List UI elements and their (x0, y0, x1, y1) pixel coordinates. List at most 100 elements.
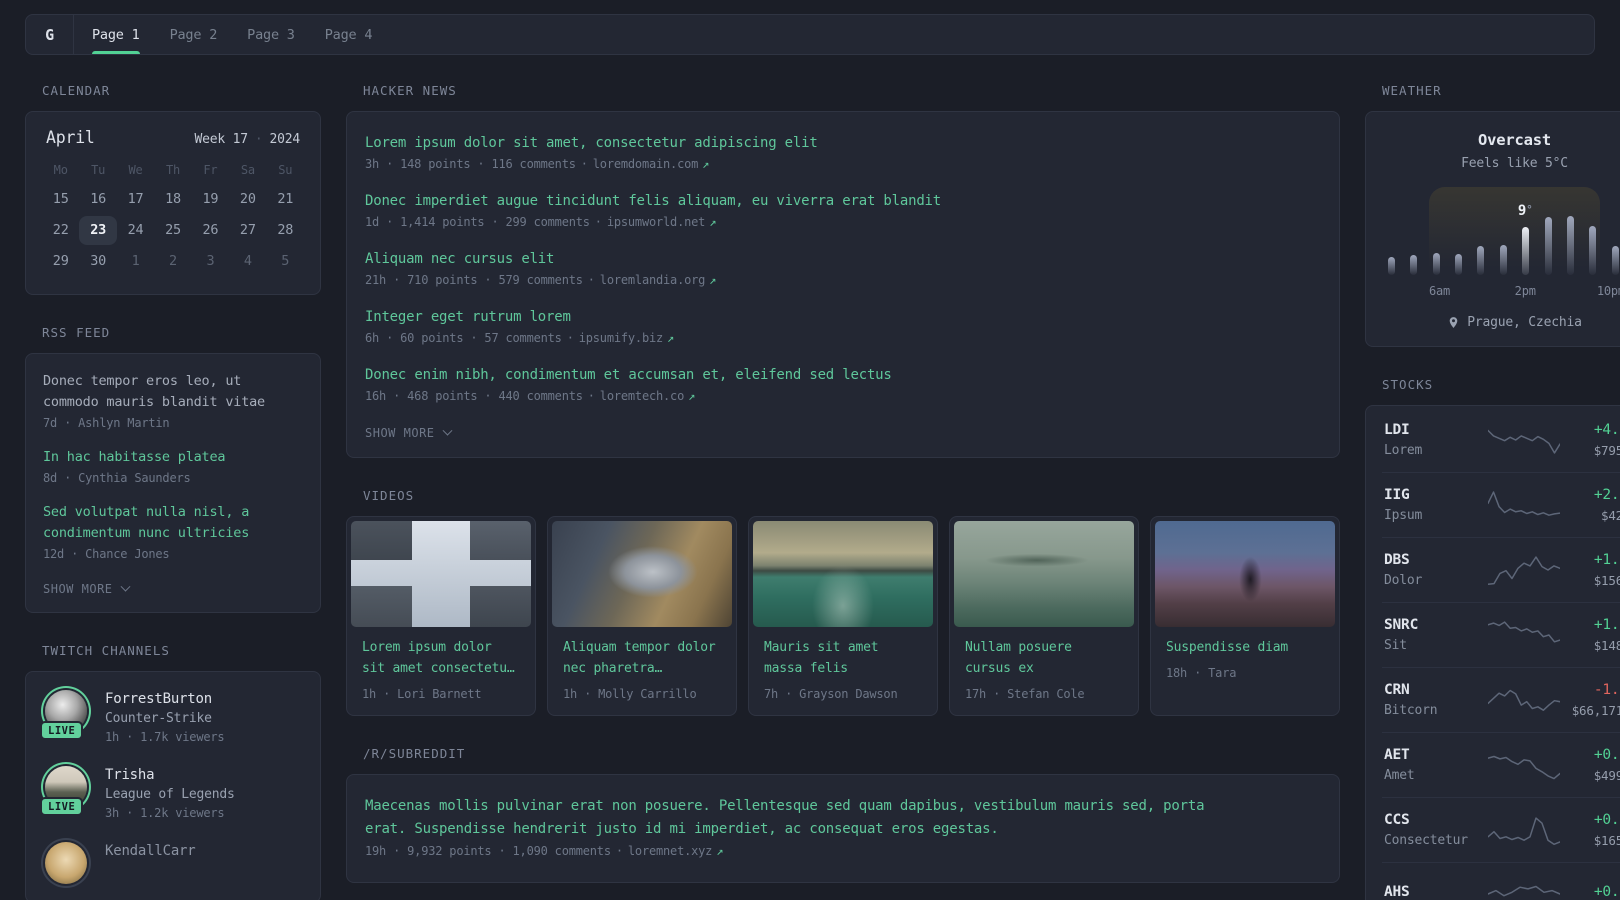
stock-price: $499.72 (1593, 768, 1620, 783)
stock-values: +0.51% $165.84 (1594, 812, 1620, 848)
stock-row[interactable]: AHS +0.46% (1382, 862, 1620, 900)
stock-row[interactable]: AET Amet +0.92% $499.72 (1382, 732, 1620, 797)
video-thumbnail[interactable] (1155, 521, 1335, 627)
avatar-wrapper: LIVE (40, 690, 87, 740)
subreddit-post-stats: 19h · 9,932 points · 1,090 comments (365, 844, 611, 858)
rss-item-link[interactable]: Sed volutpat nulla nisl, a condimentum n… (43, 502, 303, 544)
hn-item-stats: 16h · 468 points · 440 comments (365, 389, 583, 403)
tab-page-3[interactable]: Page 3 (247, 15, 295, 54)
video-thumbnail[interactable] (753, 521, 933, 627)
rss-widget-title: RSS FEED (42, 325, 111, 340)
hn-item: Integer eget rutrum lorem 6h · 60 points… (365, 306, 1321, 345)
calendar-widget: CALENDAR April Week 17 · 2024 Mo Tu We T… (25, 83, 321, 295)
subreddit-post: Maecenas mollis pulvinar erat non posuer… (365, 795, 1321, 858)
hn-item-link[interactable]: Integer eget rutrum lorem (365, 306, 1321, 328)
video-card[interactable]: Suspendisse diam 18h · Tara (1150, 516, 1340, 716)
calendar-weekday-row: Mo Tu We Th Fr Sa Su (42, 163, 304, 177)
subreddit-widget: /R/SUBREDDIT Maecenas mollis pulvinar er… (346, 746, 1340, 883)
hn-item: Lorem ipsum dolor sit amet, consectetur … (365, 132, 1321, 171)
tab-page-1[interactable]: Page 1 (92, 15, 140, 54)
stock-id: DBS Dolor (1384, 552, 1488, 588)
stock-id: CRN Bitcorn (1384, 682, 1488, 718)
weekday-label: Tu (91, 163, 106, 177)
hn-item-meta: 6h · 60 points · 57 comments · ipsumify.bi… (365, 331, 1321, 345)
separator-dot: · (615, 844, 623, 858)
hn-item-domain-link[interactable]: loremdomain.com (593, 157, 699, 171)
live-badge: LIVE (40, 721, 84, 740)
tab-page-2[interactable]: Page 2 (170, 15, 218, 54)
stock-name: Sit (1384, 638, 1407, 653)
stock-id: AET Amet (1384, 747, 1488, 783)
calendar-week-number: Week 17 (194, 132, 248, 147)
stock-sparkline (1488, 553, 1560, 587)
hn-item-domain-link[interactable]: loremtech.co (600, 389, 684, 403)
channel-category[interactable]: Counter-Strike (105, 711, 224, 726)
video-card[interactable]: Lorem ipsum dolor sit amet consectetur a… (346, 516, 536, 716)
hn-item-domain-link[interactable]: ipsumify.biz (579, 331, 663, 345)
chevron-down-icon (442, 425, 452, 436)
calendar-day: 3 (206, 253, 215, 269)
twitch-channel-row[interactable]: LIVE ForrestBurton Counter-Strike 1h · 1… (40, 690, 303, 744)
hn-item-link[interactable]: Lorem ipsum dolor sit amet, consectetur … (365, 132, 1321, 154)
subreddit-post-link[interactable]: Maecenas mollis pulvinar erat non posuer… (365, 795, 1235, 841)
rss-show-more-button[interactable]: SHOW MORE (43, 581, 130, 596)
external-link-icon: ↗ (688, 389, 696, 403)
video-card[interactable]: Aliquam tempor dolor nec pharetra… 1h · … (547, 516, 737, 716)
twitch-channel-row[interactable]: LIVE Trisha League of Legends 3h · 1.2k … (40, 766, 303, 820)
location-pin-icon (1450, 317, 1458, 328)
video-card[interactable]: Nullam posuere cursus ex 17h · Stefan Co… (949, 516, 1139, 716)
weather-location-row: Prague, Czechia (1386, 315, 1620, 330)
rss-item-link[interactable]: Donec tempor eros leo, ut commodo mauris… (43, 371, 303, 413)
rss-item-link[interactable]: In hac habitasse platea (43, 447, 303, 468)
hn-item-domain-link[interactable]: loremlandia.org (600, 273, 706, 287)
calendar-day: 26 (202, 222, 219, 238)
weather-bar (1566, 216, 1574, 275)
video-title-link[interactable]: Suspendisse diam (1166, 637, 1324, 658)
video-title-link[interactable]: Lorem ipsum dolor sit amet consectetur a… (362, 637, 520, 679)
calendar-day: 15 (52, 191, 69, 207)
channel-category[interactable]: League of Legends (105, 787, 235, 802)
stock-id: IIG Ipsum (1384, 487, 1488, 523)
tab-page-4[interactable]: Page 4 (325, 15, 373, 54)
hn-item-link[interactable]: Donec enim nibh, condimentum et accumsan… (365, 364, 1321, 386)
logo-button[interactable]: G (26, 15, 73, 54)
stock-change: +0.46% (1593, 883, 1620, 900)
calendar-day: 2 (169, 253, 177, 269)
hn-show-more-button[interactable]: SHOW MORE (365, 425, 452, 440)
video-thumbnail[interactable] (552, 521, 732, 627)
stock-row[interactable]: LDI Lorem +4.35% $795.18 (1382, 408, 1620, 472)
channel-info: ForrestBurton Counter-Strike 1h · 1.7k v… (105, 690, 225, 744)
stock-row[interactable]: CRN Bitcorn -1.00% $66,171.48 (1382, 667, 1620, 732)
video-title-link[interactable]: Nullam posuere cursus ex (965, 637, 1123, 679)
video-thumbnail[interactable] (954, 521, 1134, 627)
video-card[interactable]: Mauris sit amet massa felis 7h · Grayson… (748, 516, 938, 716)
channel-name[interactable]: KendallCarr (105, 843, 196, 859)
channel-name[interactable]: ForrestBurton (105, 691, 224, 707)
avatar-wrapper (45, 842, 87, 884)
weekday-label: We (128, 163, 143, 177)
stock-name: Amet (1384, 768, 1415, 783)
channel-name[interactable]: Trisha (105, 767, 235, 783)
weather-bar (1455, 254, 1463, 275)
stock-row[interactable]: DBS Dolor +1.42% $156.28 (1382, 537, 1620, 602)
stock-row[interactable]: SNRC Sit +1.36% $148.64 (1382, 602, 1620, 667)
weather-bar (1499, 245, 1507, 275)
dashboard-grid: CALENDAR April Week 17 · 2024 Mo Tu We T… (25, 83, 1620, 900)
video-title-link[interactable]: Mauris sit amet massa felis (764, 637, 922, 679)
stock-values: +2.84% $42.04 (1594, 487, 1620, 523)
hn-item-domain-link[interactable]: ipsumworld.net (607, 215, 706, 229)
hn-item-link[interactable]: Donec imperdiet augue tincidunt felis al… (365, 190, 1321, 212)
calendar-day: 22 (52, 222, 69, 238)
stock-row[interactable]: CCS Consectetur +0.51% $165.84 (1382, 797, 1620, 862)
stock-symbol: CCS (1384, 812, 1410, 828)
video-title-link[interactable]: Aliquam tempor dolor nec pharetra… (563, 637, 721, 679)
video-body: Suspendisse diam 18h · Tara (1155, 627, 1335, 690)
stock-row[interactable]: IIG Ipsum +2.84% $42.04 (1382, 472, 1620, 537)
subreddit-post-domain-link[interactable]: loremnet.xyz (628, 844, 712, 858)
stock-sparkline (1488, 877, 1560, 900)
rss-item: In hac habitasse platea 8d · Cynthia Sau… (43, 447, 303, 485)
video-thumbnail[interactable] (351, 521, 531, 627)
channel-info: Trisha League of Legends 3h · 1.2k viewe… (105, 766, 235, 820)
twitch-channel-row[interactable]: KendallCarr (43, 842, 303, 884)
hn-item-link[interactable]: Aliquam nec cursus elit (365, 248, 1321, 270)
